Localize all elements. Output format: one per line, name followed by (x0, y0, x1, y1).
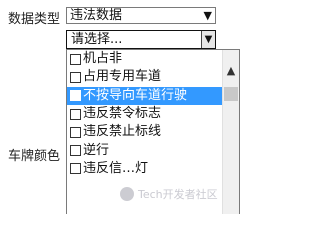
chevron-down-icon: ▼ (203, 9, 212, 22)
watermark-logo-icon (120, 187, 134, 201)
checkbox[interactable] (70, 90, 81, 102)
plate-color-label: 车牌颜色 (8, 149, 61, 164)
data-type-select[interactable]: 违法数据 ▼ (66, 7, 216, 24)
dropdown-scrollbar[interactable]: ▲ (222, 50, 239, 214)
dropdown-item-label: 违反信…灯 (83, 160, 149, 176)
dropdown-item[interactable]: 逆行 (67, 141, 222, 159)
dropdown-item-label: 占用专用车道 (83, 69, 162, 85)
checkbox[interactable] (70, 108, 81, 120)
dropdown-item-label: 违反禁止标线 (83, 124, 162, 140)
dropdown-item-label: 逆行 (83, 142, 110, 158)
data-type-label: 数据类型 (8, 12, 61, 27)
checkbox[interactable] (70, 126, 81, 138)
checkbox[interactable] (70, 163, 81, 175)
dropdown-item-label: 不按导向车道行驶 (83, 87, 188, 103)
checkbox[interactable] (70, 53, 81, 65)
violation-type-value: 请选择... (71, 32, 123, 47)
data-type-value: 违法数据 (70, 8, 123, 23)
scrollbar-thumb[interactable] (224, 87, 238, 101)
dropdown-item[interactable]: 违反信…灯 (67, 160, 222, 178)
dropdown-item[interactable]: 违反禁令标志 (67, 105, 222, 123)
dropdown-item-label: 机占非 (83, 51, 123, 67)
violation-type-select[interactable]: 请选择... ▼ (66, 30, 216, 49)
dropdown-item-highlighted[interactable]: 不按导向车道行驶 (67, 86, 222, 105)
dropdown-item[interactable]: 占用专用车道 (67, 68, 222, 86)
watermark: Tech开发者社区 (120, 186, 218, 202)
scroll-up-icon[interactable]: ▲ (223, 64, 239, 77)
dropdown-arrow-button[interactable]: ▼ (201, 31, 215, 48)
watermark-text: Tech开发者社区 (138, 188, 218, 201)
dropdown-item-label: 违反禁令标志 (83, 106, 162, 122)
checkbox[interactable] (70, 71, 81, 83)
checkbox[interactable] (70, 145, 81, 157)
dropdown-item[interactable]: 违反禁止标线 (67, 123, 222, 141)
dropdown-item[interactable]: 机占非 (67, 50, 222, 68)
